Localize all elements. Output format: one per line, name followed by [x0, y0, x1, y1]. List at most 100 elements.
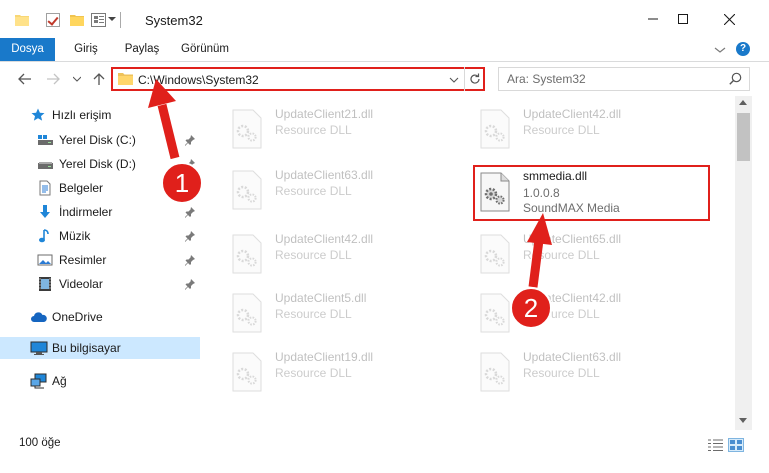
search-icon[interactable]	[729, 72, 742, 88]
list-item[interactable]: UpdateClient19.dll Resource DLL	[229, 348, 469, 400]
file-description: Resource DLL	[275, 366, 352, 380]
refresh-button[interactable]	[464, 67, 485, 91]
sidebar-item-local-disk-c[interactable]: Yerel Disk (C:)	[0, 129, 200, 151]
up-button[interactable]	[90, 70, 108, 88]
chevron-down-icon	[73, 76, 81, 82]
sidebar-item-network[interactable]: Ağ	[0, 370, 200, 392]
help-icon[interactable]: ?	[736, 42, 750, 56]
pin-icon[interactable]	[184, 230, 196, 242]
file-description: Resource DLL	[275, 123, 352, 137]
tab-share[interactable]: Paylaş	[118, 38, 166, 61]
address-bar[interactable]: C:\Windows\System32	[111, 67, 485, 91]
quick-access-dropdown-icon[interactable]	[108, 17, 116, 21]
item-count: 100 öğe	[19, 437, 61, 449]
scroll-down-icon[interactable]	[739, 418, 747, 423]
sidebar-item-quick-access[interactable]: Hızlı erişim	[0, 104, 200, 126]
list-item[interactable]: UpdateClient63.dll Resource DLL	[477, 348, 717, 400]
back-button[interactable]	[16, 70, 34, 88]
address-path[interactable]: C:\Windows\System32	[138, 73, 259, 87]
sidebar-item-this-pc[interactable]: Bu bilgisayar	[0, 337, 200, 359]
title-divider	[120, 12, 121, 28]
pin-icon[interactable]	[184, 182, 196, 194]
minimize-icon	[648, 18, 658, 20]
scroll-up-icon[interactable]	[739, 100, 747, 105]
pin-icon[interactable]	[184, 254, 196, 266]
file-name: UpdateClient63.dll	[275, 168, 374, 182]
dll-file-icon	[477, 234, 513, 274]
expand-ribbon-icon[interactable]	[714, 44, 726, 54]
documents-icon	[37, 180, 53, 196]
file-list: UpdateClient21.dll Resource DLL UpdateCl…	[205, 96, 735, 430]
list-item[interactable]: UpdateClient42.dll Resource DLL	[477, 289, 717, 341]
music-icon	[37, 228, 53, 244]
list-item[interactable]: UpdateClient5.dll Resource DLL	[229, 289, 469, 341]
properties-check-icon[interactable]	[46, 13, 60, 27]
sidebar-item-downloads[interactable]: İndirmeler	[0, 201, 200, 223]
forward-button[interactable]	[44, 70, 62, 88]
arrow-right-icon	[47, 73, 60, 85]
star-icon	[30, 107, 46, 123]
details-view-icon[interactable]	[708, 439, 723, 451]
pin-icon[interactable]	[184, 278, 196, 290]
search-input[interactable]	[507, 71, 707, 87]
tiles-view-icon[interactable]	[728, 438, 744, 452]
search-box[interactable]	[498, 67, 750, 91]
arrow-left-icon	[18, 73, 31, 85]
scroll-thumb[interactable]	[737, 113, 750, 161]
sidebar-item-label: Belgeler	[59, 181, 104, 195]
sidebar-item-label: İndirmeler	[59, 205, 113, 219]
pin-icon[interactable]	[184, 206, 196, 218]
close-button[interactable]	[706, 0, 752, 38]
pin-icon[interactable]	[184, 158, 196, 170]
chevron-down-icon[interactable]	[449, 74, 459, 84]
recent-locations-button[interactable]	[68, 70, 86, 88]
sidebar-item-label: Hızlı erişim	[52, 108, 112, 122]
dll-file-icon	[229, 234, 265, 274]
file-name: UpdateClient21.dll	[275, 107, 374, 121]
dll-file-icon	[229, 109, 265, 149]
drive-icon	[37, 132, 53, 148]
vertical-scrollbar[interactable]	[735, 96, 752, 430]
list-item[interactable]: UpdateClient63.dll Resource DLL	[229, 166, 469, 218]
sidebar-item-music[interactable]: Müzik	[0, 225, 200, 247]
pin-icon[interactable]	[184, 134, 196, 146]
close-icon	[723, 13, 735, 25]
sidebar-item-pictures[interactable]: Resimler	[0, 249, 200, 271]
sidebar-item-local-disk-d[interactable]: Yerel Disk (D:)	[0, 153, 200, 175]
sidebar-item-videos[interactable]: Videolar	[0, 273, 200, 295]
list-item[interactable]: UpdateClient65.dll Resource DLL	[477, 230, 717, 282]
tab-file[interactable]: Dosya	[0, 38, 55, 61]
list-item[interactable]: UpdateClient42.dll Resource DLL	[229, 230, 469, 282]
dll-file-icon	[229, 170, 265, 210]
highlight-box	[473, 165, 710, 221]
tab-view[interactable]: Görünüm	[175, 38, 235, 61]
file-description: Resource DLL	[275, 307, 352, 321]
tab-home[interactable]: Giriş	[63, 38, 109, 61]
cloud-icon	[30, 309, 47, 325]
file-name: UpdateClient65.dll	[523, 232, 622, 246]
window-title: System32	[145, 13, 203, 28]
list-item[interactable]: UpdateClient21.dll Resource DLL	[229, 105, 469, 157]
file-name: UpdateClient5.dll	[275, 291, 367, 305]
video-icon	[37, 276, 53, 292]
list-item[interactable]: UpdateClient42.dll Resource DLL	[477, 105, 717, 157]
file-description: Resource DLL	[523, 248, 600, 262]
sidebar-item-onedrive[interactable]: OneDrive	[0, 306, 200, 328]
file-description: Resource DLL	[523, 307, 600, 321]
drive-icon	[37, 156, 53, 172]
file-name: UpdateClient42.dll	[523, 107, 622, 121]
file-name: UpdateClient42.dll	[523, 291, 622, 305]
sidebar-item-label: Videolar	[59, 277, 103, 291]
customize-toolbar-icon[interactable]	[91, 13, 106, 27]
dll-file-icon	[477, 109, 513, 149]
file-name: UpdateClient19.dll	[275, 350, 374, 364]
download-icon	[37, 204, 53, 220]
computer-icon	[30, 340, 48, 356]
new-folder-icon[interactable]	[70, 13, 84, 27]
maximize-button[interactable]	[660, 0, 706, 38]
ribbon-tabs: Dosya Giriş Paylaş Görünüm ?	[0, 38, 769, 62]
sidebar-item-documents[interactable]: Belgeler	[0, 177, 200, 199]
file-name: UpdateClient42.dll	[275, 232, 374, 246]
folder-icon[interactable]	[15, 13, 29, 27]
dll-file-icon	[229, 293, 265, 333]
